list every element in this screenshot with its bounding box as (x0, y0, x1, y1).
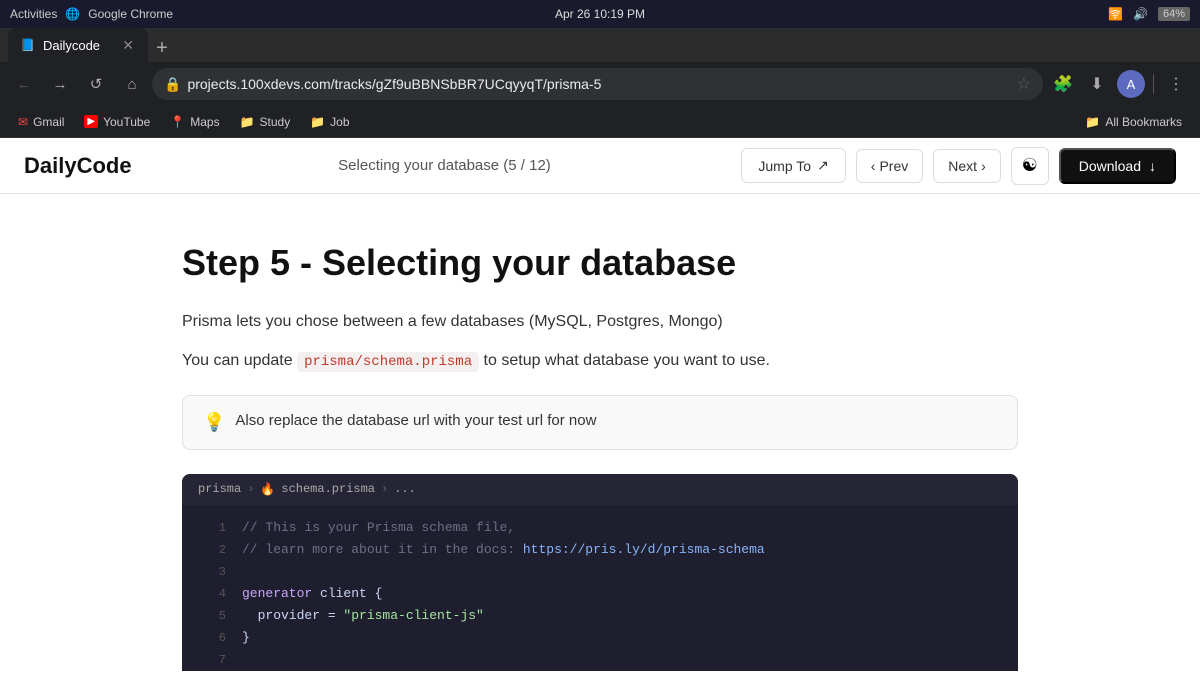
download-icon: ↓ (1149, 158, 1156, 174)
code-line-6: 6 } (182, 627, 1018, 649)
jump-to-label: Jump To (758, 158, 811, 174)
bookmarks-bar: ✉ Gmail ▶ YouTube 📍 Maps 📁 Study 📁 Job 📁… (0, 106, 1200, 138)
para2-after: to setup what database you want to use. (479, 352, 770, 369)
home-button[interactable]: ⌂ (116, 68, 148, 100)
inline-code-prisma: prisma/schema.prisma (297, 352, 479, 372)
profile-avatar[interactable]: A (1117, 70, 1145, 98)
lock-icon: 🔒 (164, 76, 181, 93)
job-folder-icon: 📁 (310, 115, 325, 129)
back-button[interactable]: ← (8, 68, 40, 100)
code-line-7: 7 (182, 650, 1018, 671)
page-content: DailyCode Selecting your database (5 / 1… (0, 138, 1200, 671)
bookmark-maps[interactable]: 📍 Maps (162, 111, 227, 133)
prev-button[interactable]: ‹ Prev (856, 149, 923, 183)
os-bar: Activities 🌐 Google Chrome Apr 26 10:19 … (0, 0, 1200, 28)
chrome-menu-button[interactable]: ⋮ (1160, 68, 1192, 100)
new-tab-button[interactable]: + (148, 34, 176, 62)
prev-label: Prev (879, 158, 908, 174)
study-folder-icon: 📁 (240, 115, 255, 129)
info-box: 💡 Also replace the database url with you… (182, 395, 1018, 450)
forward-button[interactable]: → (44, 68, 76, 100)
download-manager-button[interactable]: ⬇ (1081, 68, 1113, 100)
bookmark-job[interactable]: 📁 Job (302, 111, 357, 133)
activities-label[interactable]: Activities (10, 7, 57, 21)
address-bar[interactable]: 🔒 projects.100xdevs.com/tracks/gZf9uBBNS… (152, 68, 1043, 100)
tab-bar: 📘 Dailycode ✕ + (0, 28, 1200, 62)
progress-text: Selecting your database (5 / 12) (164, 157, 726, 174)
bookmark-youtube[interactable]: ▶ YouTube (76, 111, 158, 133)
active-tab[interactable]: 📘 Dailycode ✕ (8, 28, 148, 62)
url-text: projects.100xdevs.com/tracks/gZf9uBBNSbB… (187, 76, 1010, 92)
code-breadcrumb: prisma › 🔥 schema.prisma › ... (182, 474, 1018, 505)
toolbar-buttons: 🧩 ⬇ A ⋮ (1047, 68, 1192, 100)
toolbar-divider (1153, 74, 1154, 94)
tab-close-button[interactable]: ✕ (120, 35, 136, 56)
os-datetime: Apr 26 10:19 PM (555, 7, 645, 21)
breadcrumb-filename: schema.prisma (281, 482, 375, 496)
refresh-button[interactable]: ↺ (80, 68, 112, 100)
browser-favicon: 🌐 (65, 7, 80, 21)
header-actions: Jump To ↗ ‹ Prev Next › ☯ Download ↓ (741, 147, 1176, 185)
bookmark-star-icon[interactable]: ☆ (1017, 74, 1031, 94)
theme-icon: ☯ (1022, 155, 1038, 176)
theme-toggle-button[interactable]: ☯ (1011, 147, 1049, 185)
download-label: Download (1079, 158, 1141, 174)
code-line-2: 2 // learn more about it in the docs: ht… (182, 539, 1018, 561)
prev-icon: ‹ (871, 158, 876, 174)
tab-title: Dailycode (43, 38, 112, 53)
para2-before: You can update (182, 352, 297, 369)
breadcrumb-prisma: prisma (198, 482, 241, 496)
article-title: Step 5 - Selecting your database (182, 242, 1018, 284)
all-bookmarks-icon: 📁 (1085, 115, 1100, 129)
code-line-5: 5 provider = "prisma-client-js" (182, 605, 1018, 627)
profile-menu-button[interactable]: A (1115, 68, 1147, 100)
wifi-icon: 🛜 (1108, 7, 1123, 21)
next-label: Next (948, 158, 977, 174)
bookmark-gmail[interactable]: ✉ Gmail (10, 111, 72, 133)
browser-name: Google Chrome (88, 7, 173, 21)
extensions-button[interactable]: 🧩 (1047, 68, 1079, 100)
article-content: Step 5 - Selecting your database Prisma … (150, 194, 1050, 671)
code-line-1: 1 // This is your Prisma schema file, (182, 517, 1018, 539)
jump-to-button[interactable]: Jump To ↗ (741, 148, 845, 183)
youtube-icon: ▶ (84, 115, 98, 128)
breadcrumb-ellipsis: ... (394, 482, 416, 496)
sound-icon: 🔊 (1133, 7, 1148, 21)
next-icon: › (981, 158, 986, 174)
bookmark-study[interactable]: 📁 Study (232, 111, 299, 133)
jump-to-icon: ↗ (817, 157, 829, 174)
article-para2: You can update prisma/schema.prisma to s… (182, 347, 1018, 375)
gmail-icon: ✉ (18, 115, 28, 129)
code-line-4: 4 generator client { (182, 583, 1018, 605)
code-block: prisma › 🔥 schema.prisma › ... 1 // This… (182, 474, 1018, 671)
info-text: Also replace the database url with your … (235, 412, 596, 429)
battery-indicator: 64% (1158, 7, 1190, 21)
article-para1: Prisma lets you chose between a few data… (182, 308, 1018, 335)
download-button[interactable]: Download ↓ (1059, 148, 1176, 184)
all-bookmarks-button[interactable]: 📁 All Bookmarks (1077, 111, 1190, 133)
next-button[interactable]: Next › (933, 149, 1000, 183)
code-body: 1 // This is your Prisma schema file, 2 … (182, 505, 1018, 671)
tab-favicon: 📘 (20, 38, 35, 52)
dailycode-logo: DailyCode (24, 153, 132, 179)
maps-icon: 📍 (170, 115, 185, 129)
address-bar-row: ← → ↺ ⌂ 🔒 projects.100xdevs.com/tracks/g… (0, 62, 1200, 106)
code-line-3: 3 (182, 561, 1018, 583)
dailycode-header: DailyCode Selecting your database (5 / 1… (0, 138, 1200, 194)
info-emoji: 💡 (203, 412, 225, 433)
breadcrumb-file-icon: 🔥 (260, 482, 275, 497)
